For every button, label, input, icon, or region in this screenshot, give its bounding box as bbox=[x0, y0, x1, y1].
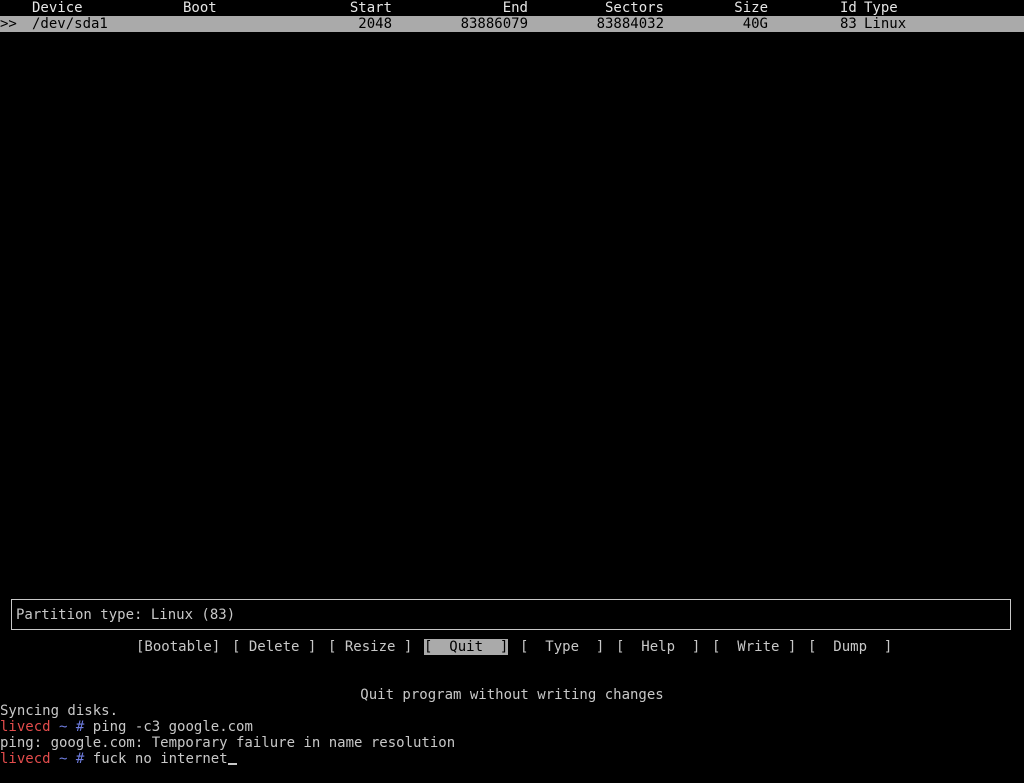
terminal-output-line: Syncing disks. bbox=[0, 703, 119, 719]
partition-id: 83 bbox=[840, 16, 857, 32]
column-header-id: Id bbox=[840, 0, 857, 16]
menu-button-quit[interactable]: [ Quit ] bbox=[424, 639, 509, 655]
partition-table-header: Device Boot Start End Sectors Size Id Ty… bbox=[0, 0, 1024, 16]
partition-device: /dev/sda1 bbox=[32, 16, 108, 32]
menu-button-delete[interactable]: [ Delete ] bbox=[232, 639, 316, 655]
partition-type: Linux bbox=[864, 16, 907, 32]
prompt-hostname: livecd bbox=[0, 719, 51, 735]
prompt-hostname: livecd bbox=[0, 751, 51, 767]
partition-type-status: Partition type: Linux (83) bbox=[16, 607, 236, 623]
column-header-device: Device bbox=[32, 0, 83, 16]
menu-button-resize[interactable]: [ Resize ] bbox=[328, 639, 412, 655]
prompt-symbol: # bbox=[75, 751, 85, 767]
partition-info-box: Partition type: Linux (83) bbox=[11, 599, 1011, 630]
terminal-prompt-line: livecd ~ # ping -c3 google.com bbox=[0, 719, 253, 735]
prompt-directory: ~ bbox=[59, 719, 68, 735]
prompt-directory: ~ bbox=[59, 751, 68, 767]
action-menu: [Bootable] [ Delete ] [ Resize ] [ Quit … bbox=[0, 639, 1024, 655]
text-cursor bbox=[227, 763, 237, 765]
partition-start: 2048 bbox=[358, 16, 392, 32]
menu-button-write[interactable]: [ Write ] bbox=[712, 639, 796, 655]
column-header-type: Type bbox=[864, 0, 898, 16]
menu-button-type[interactable]: [ Type ] bbox=[520, 639, 604, 655]
partition-end: 83886079 bbox=[460, 16, 528, 32]
column-header-boot: Boot bbox=[183, 0, 217, 16]
column-header-sectors: Sectors bbox=[604, 0, 664, 16]
partition-sectors: 83884032 bbox=[596, 16, 664, 32]
partition-size: 40G bbox=[742, 16, 768, 32]
menu-button-bootable[interactable]: [Bootable] bbox=[136, 639, 220, 655]
column-header-end: End bbox=[502, 0, 528, 16]
row-selector-marker: >> bbox=[0, 16, 17, 32]
menu-button-help[interactable]: [ Help ] bbox=[616, 639, 700, 655]
menu-button-dump[interactable]: [ Dump ] bbox=[808, 639, 892, 655]
table-row[interactable]: >> /dev/sda1 2048 83886079 83884032 40G … bbox=[0, 16, 1024, 32]
menu-help-text: Quit program without writing changes bbox=[360, 687, 664, 703]
terminal-output-line: ping: google.com: Temporary failure in n… bbox=[0, 735, 456, 751]
terminal-command: ping -c3 google.com bbox=[92, 719, 253, 735]
column-header-size: Size bbox=[734, 0, 768, 16]
terminal-command-input[interactable]: fuck no internet bbox=[93, 751, 228, 767]
terminal-prompt-line[interactable]: livecd ~ # fuck no internet bbox=[0, 751, 237, 767]
column-header-start: Start bbox=[349, 0, 392, 16]
prompt-symbol: # bbox=[75, 719, 85, 735]
